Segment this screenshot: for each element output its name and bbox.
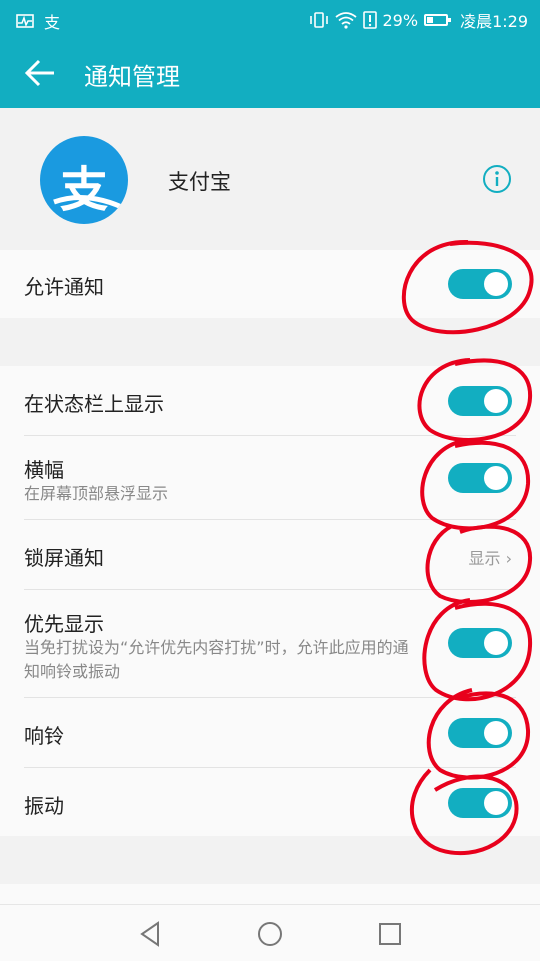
priority-toggle[interactable] — [448, 628, 512, 658]
wifi-icon — [334, 12, 357, 29]
vibrate-icon — [309, 12, 328, 28]
lock-screen-value: 显示 › — [468, 545, 512, 569]
banner-label: 横幅 — [24, 458, 64, 482]
home-circle-icon[interactable] — [253, 917, 287, 951]
status-bar-toggle[interactable] — [448, 386, 512, 416]
priority-sub: 当免打扰设为“允许优先内容打扰”时，允许此应用的通知响铃或振动 — [24, 638, 409, 681]
allow-notifications-row[interactable]: 允许通知 — [0, 250, 540, 318]
alipay-notification-icon: 支 — [44, 13, 61, 32]
lock-screen-label: 锁屏通知 — [24, 546, 104, 570]
banner-sub: 在屏幕顶部悬浮显示 — [24, 484, 169, 503]
vibrate-row[interactable]: 振动 — [0, 768, 540, 836]
battery-percent: 29% — [382, 10, 419, 30]
clock: 凌晨1:29 — [460, 12, 528, 31]
allow-notifications-label: 允许通知 — [24, 275, 104, 299]
lock-screen-row[interactable]: 锁屏通知 显示 › — [0, 520, 540, 590]
banner-row[interactable]: 横幅 在屏幕顶部悬浮显示 — [0, 436, 540, 520]
sim-alert-icon — [362, 11, 377, 29]
vibrate-label: 振动 — [24, 794, 64, 818]
recents-square-icon[interactable] — [373, 917, 407, 951]
back-triangle-icon[interactable] — [134, 917, 168, 951]
status-bar: 支 29% 凌晨1:29 — [0, 0, 540, 38]
chevron-right-icon: › — [505, 549, 512, 568]
allow-notifications-toggle[interactable] — [448, 269, 512, 299]
system-nav-bar — [0, 904, 540, 961]
ring-row[interactable]: 响铃 — [0, 698, 540, 768]
next-section-label: ... — [24, 894, 43, 904]
info-icon[interactable] — [482, 164, 512, 194]
notification-options-card: 在状态栏上显示 横幅 在屏幕顶部悬浮显示 锁屏通知 显示 › 优先显示 当免打扰… — [0, 366, 540, 836]
app-bar: 通知管理 — [0, 38, 540, 108]
status-bar-label: 在状态栏上显示 — [24, 392, 164, 416]
app-name: 支付宝 — [168, 170, 231, 194]
ring-label: 响铃 — [24, 724, 64, 748]
lock-screen-value-text: 显示 — [468, 549, 501, 568]
priority-row[interactable]: 优先显示 当免打扰设为“允许优先内容打扰”时，允许此应用的通知响铃或振动 — [0, 590, 540, 698]
next-section-card: ... — [0, 884, 540, 904]
activity-icon — [16, 14, 34, 28]
banner-toggle[interactable] — [448, 463, 512, 493]
page-title: 通知管理 — [84, 63, 180, 91]
priority-label: 优先显示 — [24, 612, 104, 636]
battery-icon — [424, 14, 452, 26]
back-arrow-icon[interactable] — [22, 53, 62, 93]
app-header: 支 支付宝 — [0, 108, 540, 248]
ring-toggle[interactable] — [448, 718, 512, 748]
alipay-logo-icon: 支 — [40, 136, 128, 224]
allow-notifications-card: 允许通知 — [0, 250, 540, 318]
status-bar-row[interactable]: 在状态栏上显示 — [0, 366, 540, 436]
vibrate-toggle[interactable] — [448, 788, 512, 818]
